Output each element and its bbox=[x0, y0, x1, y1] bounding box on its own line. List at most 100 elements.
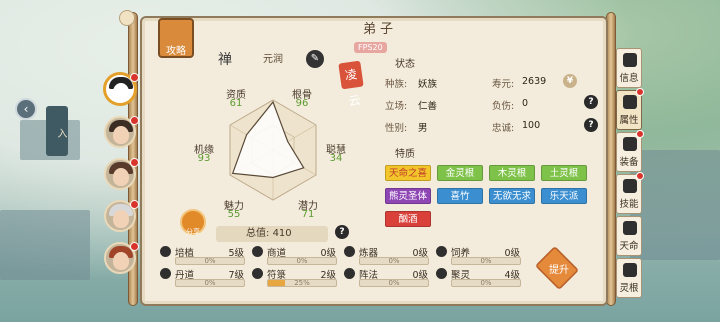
status-value: 0 bbox=[522, 98, 529, 109]
status-label: 种族: bbox=[385, 79, 408, 90]
background-building bbox=[0, 210, 90, 280]
status-label: 寿元: bbox=[492, 79, 515, 90]
skill-progress-bar: 25% bbox=[267, 279, 337, 287]
skill-progress-bar: 0% bbox=[267, 257, 337, 265]
side-tab-label: 天命 bbox=[619, 241, 639, 252]
skill-icon bbox=[252, 246, 263, 257]
skill-icon bbox=[344, 268, 355, 279]
status-label: 性别: bbox=[385, 123, 408, 134]
skill-icon bbox=[160, 268, 171, 279]
help-icon[interactable]: ? bbox=[584, 118, 598, 132]
notification-badge bbox=[130, 242, 139, 251]
scroll-icon bbox=[623, 53, 637, 67]
trait-tag[interactable]: 酗酒 bbox=[385, 211, 431, 227]
fps-counter: FPS20 bbox=[354, 42, 387, 53]
share-label: 分享 bbox=[186, 228, 200, 236]
notification-badge bbox=[130, 116, 139, 125]
notification-badge bbox=[130, 158, 139, 167]
side-tab-2[interactable]: 属性 bbox=[616, 88, 644, 130]
total-value: 总值: 410 bbox=[216, 226, 328, 242]
page-title: 弟子 bbox=[362, 22, 397, 37]
skill-icon bbox=[436, 268, 447, 279]
skill-progress-text: 0% bbox=[204, 257, 216, 265]
skill-icon bbox=[344, 246, 355, 257]
skill-progress-bar: 0% bbox=[451, 279, 521, 287]
side-tab-5[interactable]: 天命 bbox=[616, 216, 642, 256]
share-button[interactable]: 分享 bbox=[180, 209, 206, 236]
side-tab-3[interactable]: 装备 bbox=[616, 130, 644, 172]
skill-icon bbox=[252, 268, 263, 279]
side-tab-label: 技能 bbox=[619, 199, 639, 210]
skill-progress-text: 0% bbox=[204, 279, 216, 287]
notification-badge bbox=[130, 73, 139, 82]
stat-radar bbox=[229, 99, 317, 201]
trait-tag[interactable]: 喜竹 bbox=[437, 188, 483, 204]
notification-badge bbox=[636, 88, 644, 96]
map-tag[interactable]: 入 bbox=[46, 106, 68, 156]
skill-progress-fill bbox=[268, 280, 285, 286]
rename-icon[interactable]: ✎ bbox=[306, 50, 324, 68]
trait-tag[interactable]: 土灵根 bbox=[541, 165, 587, 181]
guide-label: 攻略 bbox=[166, 46, 186, 57]
scroll-knot-icon bbox=[119, 10, 135, 26]
status-label: 负伤: bbox=[492, 101, 515, 112]
skill-icon bbox=[436, 246, 447, 257]
skill-progress-text: 0% bbox=[296, 257, 308, 265]
status-label: 立场: bbox=[385, 101, 408, 112]
status-value: 仁善 bbox=[418, 101, 438, 112]
skill-progress-text: 0% bbox=[388, 257, 400, 265]
traits-heading: 特质 bbox=[395, 149, 415, 160]
stat-value: 71 bbox=[301, 209, 315, 220]
side-tab-4[interactable]: 技能 bbox=[616, 172, 644, 214]
status-value: 100 bbox=[522, 120, 541, 131]
side-tab-label: 装备 bbox=[619, 157, 639, 168]
notification-badge bbox=[130, 200, 139, 209]
skill-progress-text: 0% bbox=[480, 279, 492, 287]
skill-icon bbox=[160, 246, 171, 257]
race-seal: 禅 bbox=[218, 52, 232, 68]
disciple-list bbox=[98, 56, 140, 288]
status-label: 忠诚: bbox=[492, 123, 515, 134]
notification-badge bbox=[636, 172, 644, 180]
trait-tag[interactable]: 熊灵圣体 bbox=[385, 188, 431, 204]
skill-progress-bar: 0% bbox=[175, 279, 245, 287]
stat-value: 93 bbox=[197, 153, 211, 164]
lifespan-icon[interactable]: ¥ bbox=[563, 74, 577, 88]
skill-progress-text: 25% bbox=[294, 279, 310, 287]
status-heading: 状态 bbox=[395, 59, 415, 70]
side-tab-1[interactable]: 信息 bbox=[616, 48, 642, 88]
trait-tag[interactable]: 金灵根 bbox=[437, 165, 483, 181]
trait-tag[interactable]: 木灵根 bbox=[489, 165, 535, 181]
upgrade-label: 提升 bbox=[549, 265, 569, 276]
guide-button[interactable]: 攻略 bbox=[158, 18, 194, 58]
equipment-icon bbox=[623, 137, 637, 151]
side-tab-6[interactable]: 灵根 bbox=[616, 258, 642, 298]
status-value: 2639 bbox=[522, 76, 547, 87]
side-tab-label: 灵根 bbox=[619, 283, 639, 294]
side-tab-label: 属性 bbox=[619, 115, 639, 126]
spirit-root-icon bbox=[623, 263, 637, 277]
edge-menu-button[interactable]: ‹ bbox=[15, 98, 37, 120]
stat-value: 55 bbox=[227, 209, 241, 220]
help-icon[interactable]: ? bbox=[584, 95, 598, 109]
skill-progress-bar: 0% bbox=[359, 257, 429, 265]
notification-badge bbox=[636, 130, 644, 138]
attribute-icon bbox=[623, 95, 637, 109]
total-number: 410 bbox=[272, 228, 292, 239]
destiny-icon bbox=[623, 221, 637, 235]
status-value: 男 bbox=[418, 123, 428, 134]
side-tab-label: 信息 bbox=[619, 73, 639, 84]
status-value: 妖族 bbox=[418, 79, 438, 90]
skill-progress-text: 0% bbox=[480, 257, 492, 265]
skill-progress-text: 0% bbox=[388, 279, 400, 287]
trait-tag[interactable]: 无欲无求 bbox=[489, 188, 535, 204]
disciple-name[interactable]: 元润 bbox=[244, 51, 302, 69]
skills-panel: 培植 5级 0% 商道 0级 0% 炼器 0级 0% 饲养 0级 0% 丹道 7级 0% 符箓 2级 25% 阵法 0… bbox=[160, 245, 530, 293]
skill-progress-bar: 0% bbox=[175, 257, 245, 265]
trait-tag[interactable]: 乐天派 bbox=[541, 188, 587, 204]
background-building bbox=[630, 150, 720, 260]
skill-progress-bar: 0% bbox=[451, 257, 521, 265]
help-icon[interactable]: ? bbox=[335, 225, 349, 239]
seal-stamp: 凌云 bbox=[338, 60, 364, 109]
trait-tag[interactable]: 天命之喜 bbox=[385, 165, 431, 181]
